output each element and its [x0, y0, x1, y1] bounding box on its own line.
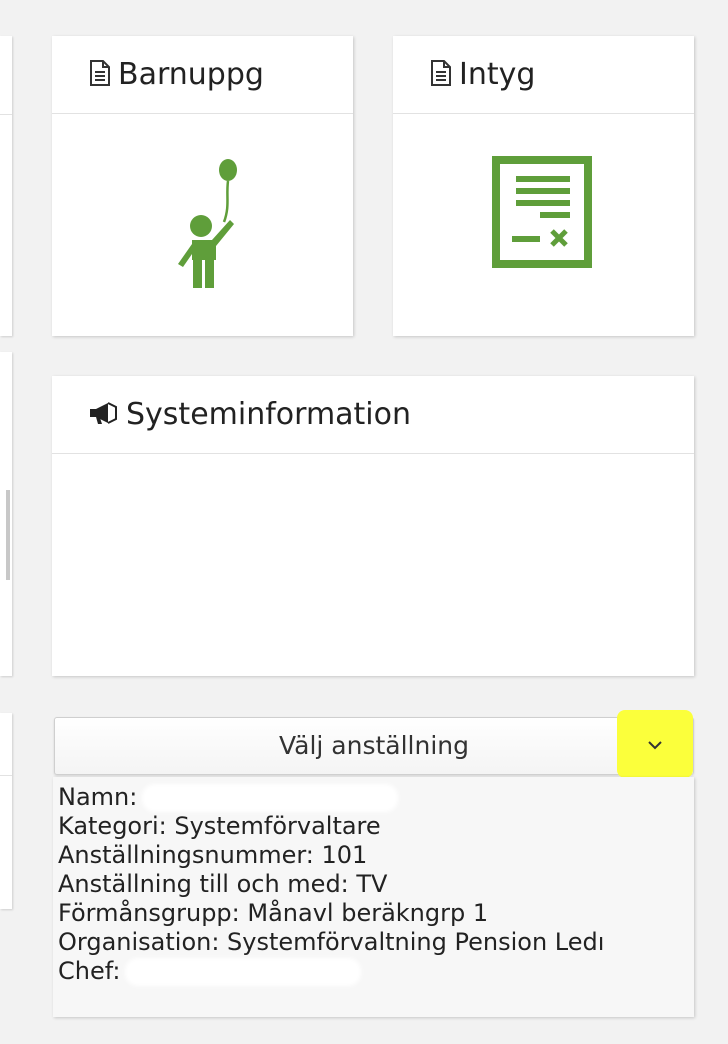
employee-manager-label: Chef:: [58, 957, 121, 985]
barnuppg-tile[interactable]: Barnuppg: [52, 36, 353, 336]
barnuppg-title: Barnuppg: [118, 57, 264, 92]
employee-category: Kategori: Systemförvaltare: [58, 812, 381, 840]
employee-number: Anställningsnummer: 101: [58, 841, 368, 869]
document-icon: [90, 59, 110, 90]
systeminformation-title: Systeminformation: [126, 397, 412, 432]
left-column-edge: [0, 352, 12, 676]
employment-select-toggle[interactable]: [617, 710, 693, 778]
systeminformation-content: [52, 454, 694, 675]
barnuppg-tile-header: Barnuppg: [52, 36, 353, 114]
intyg-tile[interactable]: Intyg: [393, 36, 694, 336]
employee-organisation: Organisation: Systemförvaltning Pension …: [58, 928, 605, 956]
redacted-name: [144, 787, 395, 809]
intyg-tile-header: Intyg: [393, 36, 694, 114]
chevron-down-icon: [647, 735, 663, 754]
systeminformation-header: Systeminformation: [52, 376, 694, 454]
megaphone-icon: [88, 401, 118, 429]
left-column-edge: [0, 713, 12, 909]
systeminformation-panel: Systeminformation: [52, 376, 694, 676]
child-balloon-icon: [170, 156, 240, 292]
employee-employment-until: Anställning till och med: TV: [58, 870, 388, 898]
employment-select-label: Välj anställning: [278, 731, 470, 760]
employee-benefit-group: Förmånsgrupp: Månavl beräkngrp 1: [58, 899, 489, 927]
employee-name-line: Namn:: [58, 783, 694, 812]
employee-info-panel: Namn: Kategori: Systemförvaltare Anställ…: [53, 777, 694, 1017]
document-icon: [431, 59, 451, 90]
employee-name-label: Namn:: [58, 783, 138, 811]
employment-select[interactable]: Välj anställning: [54, 710, 694, 778]
left-column-edge: [0, 36, 12, 336]
certificate-icon: [492, 156, 592, 272]
redacted-manager: [128, 961, 359, 983]
intyg-title: Intyg: [459, 57, 536, 92]
employee-manager-line: Chef:: [58, 957, 694, 986]
